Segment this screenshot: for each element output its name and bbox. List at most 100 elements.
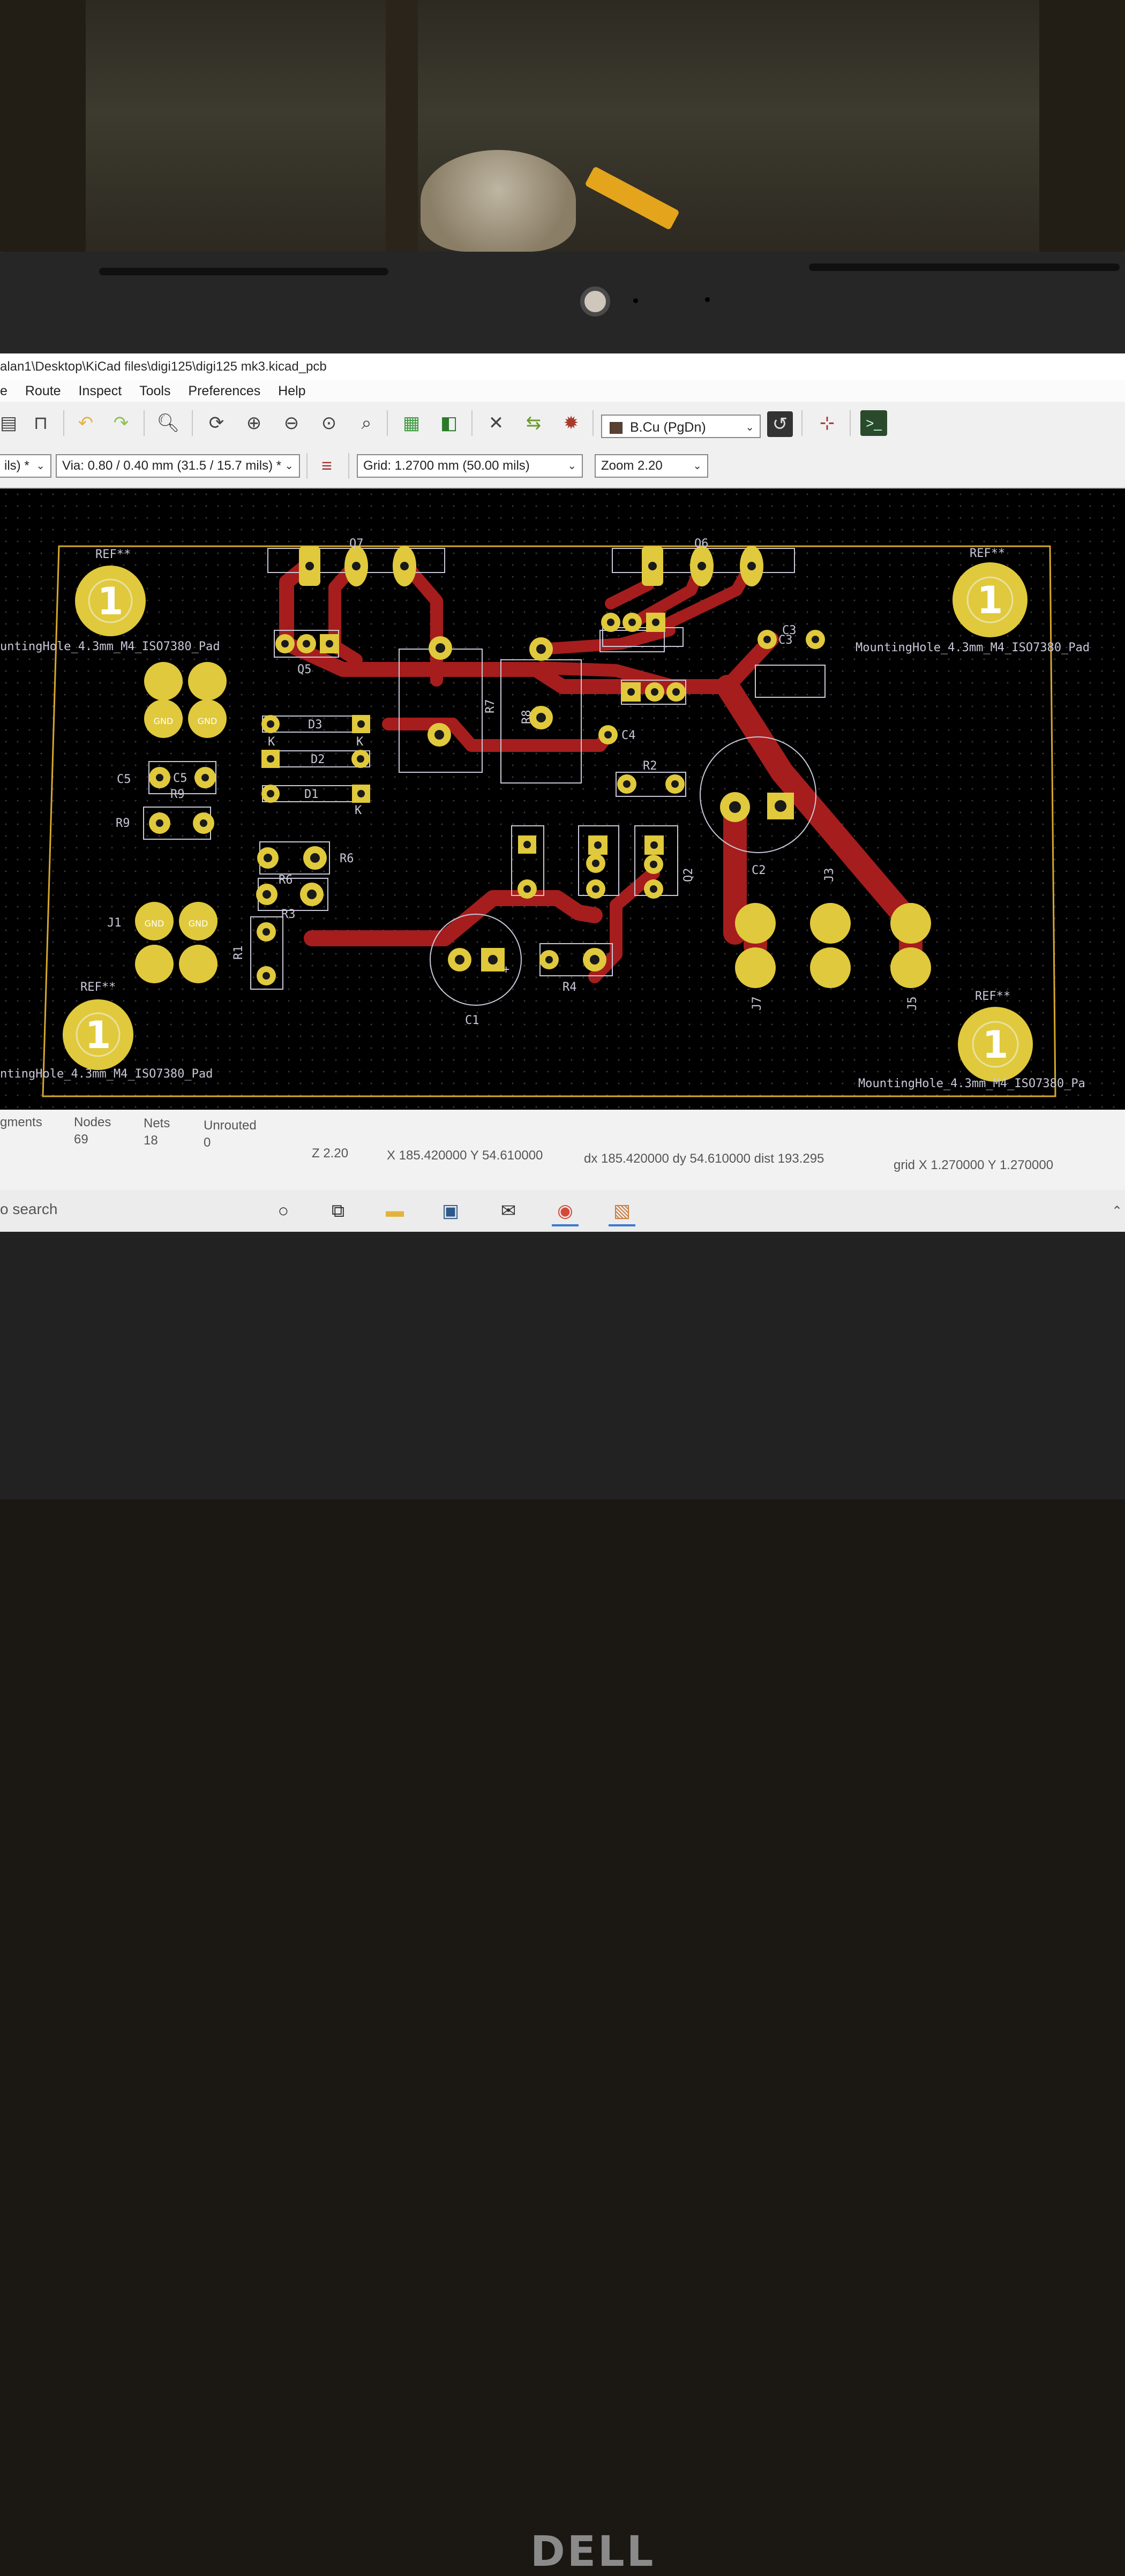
menu-route[interactable]: Route: [25, 380, 61, 402]
ref-label: REF**: [975, 990, 1010, 1003]
r1-label: R1: [232, 946, 245, 960]
c4-label: C4: [621, 729, 636, 742]
chevron-down-icon: ⌄: [36, 460, 45, 472]
window-title: alan1\Desktop\KiCad files\digi125\digi12…: [0, 359, 327, 374]
taskbar-search[interactable]: o search: [0, 1201, 57, 1218]
toolbar-separator: [471, 410, 472, 436]
laptop-chassis: DELL: [0, 1232, 1125, 2576]
redo-icon[interactable]: ↷: [107, 409, 135, 437]
mounting-hole-label: MountingHole_4.3mm_M4_ISO7380_Pad: [856, 641, 1090, 654]
refresh-icon[interactable]: ⟳: [202, 409, 230, 437]
nets-value: 18: [144, 1133, 158, 1148]
chrome-icon[interactable]: ◉: [552, 1197, 579, 1226]
pcb-canvas[interactable]: REF** REF** REF** REF** untingHole_4.3mm…: [0, 488, 1125, 1110]
zoom-in-icon[interactable]: ⊕: [240, 409, 268, 437]
j7-label: J7: [751, 997, 764, 1011]
window-frame-right: [1039, 0, 1125, 252]
pad-number: 1: [85, 1013, 111, 1057]
laptop-bezel-top: [0, 252, 1125, 359]
store-icon[interactable]: ▣: [437, 1197, 464, 1224]
j1-label: J1: [107, 916, 122, 930]
chevron-down-icon: ⌄: [745, 421, 754, 433]
toolbar-separator: [192, 410, 193, 436]
ref-label: REF**: [80, 981, 116, 994]
footprint-editor-icon[interactable]: ▦: [398, 409, 425, 437]
q6-label: Q6: [694, 537, 709, 551]
menu-edit[interactable]: e: [0, 380, 8, 402]
menu-preferences[interactable]: Preferences: [188, 380, 260, 402]
toolbar-separator: [63, 410, 64, 436]
menu-bar: e Route Inspect Tools Preferences Help: [0, 380, 1125, 402]
menu-inspect[interactable]: Inspect: [79, 380, 122, 402]
grid-select[interactable]: Grid: 1.2700 mm (50.00 mils) ⌄: [357, 454, 583, 478]
update-pcb-icon[interactable]: ⇆: [520, 409, 548, 437]
footprint-browser-icon[interactable]: ◧: [435, 409, 463, 437]
pad-number: 1: [977, 578, 1003, 622]
task-view-icon[interactable]: ⧉: [325, 1197, 351, 1224]
track-width-select[interactable]: ils) * ⌄: [0, 454, 51, 478]
chevron-up-icon[interactable]: ⌃: [1104, 1197, 1125, 1224]
zoom-out-icon[interactable]: ⊖: [278, 409, 305, 437]
drc-icon[interactable]: ✹: [557, 409, 585, 437]
auto-track-width-icon[interactable]: ≡: [313, 452, 341, 480]
gnd-label: GND: [198, 716, 218, 726]
d3-label: D3: [308, 718, 322, 732]
print-icon[interactable]: ▤: [0, 409, 22, 437]
kicad-pcbnew-icon[interactable]: ▧: [609, 1197, 635, 1226]
scripting-console-icon[interactable]: >_: [860, 410, 887, 436]
layer-selector[interactable]: B.Cu (PgDn) ⌄: [601, 415, 761, 438]
j3-label: J3: [823, 868, 836, 883]
relative-coordinates: dx 185.420000 dy 54.610000 dist 193.295: [584, 1151, 824, 1166]
layer-selector-value: B.Cu (PgDn): [630, 420, 706, 435]
zoom-select[interactable]: Zoom 2.20 ⌄: [595, 454, 708, 478]
toolbar-separator: [144, 410, 145, 436]
plot-icon[interactable]: ⊓: [27, 409, 55, 437]
menu-tools[interactable]: Tools: [139, 380, 170, 402]
nets-label: Nets: [144, 1116, 170, 1131]
find-icon[interactable]: 🔍︎: [154, 409, 182, 437]
cathode-mark: K: [268, 735, 275, 749]
r3-label: R3: [281, 908, 296, 921]
menu-help[interactable]: Help: [278, 380, 305, 402]
ref-label: REF**: [95, 548, 131, 561]
zoom-area-icon[interactable]: ⌕: [352, 409, 380, 437]
c5-value-label: C5: [173, 772, 188, 785]
nodes-value: 69: [74, 1132, 88, 1147]
pad-number: 1: [982, 1023, 1009, 1067]
r6-value-label: R6: [279, 873, 293, 887]
grid-value: Grid: 1.2700 mm (50.00 mils): [363, 458, 530, 473]
r9-label: R9: [170, 788, 185, 801]
bezel-slot-left: [99, 268, 388, 275]
segments-label: gments: [0, 1115, 42, 1129]
chevron-down-icon: ⌄: [567, 460, 576, 472]
microwave-icon[interactable]: ⊹: [813, 409, 841, 437]
cortana-icon[interactable]: ○: [270, 1197, 297, 1224]
file-explorer-icon[interactable]: ▬: [381, 1197, 408, 1224]
mail-icon[interactable]: ✉: [495, 1197, 522, 1224]
mounting-hole-label: ntingHole_4.3mm_M4_ISO7380_Pad: [0, 1067, 213, 1081]
bezel-slot-right: [809, 263, 1120, 271]
toolbar-separator: [801, 410, 802, 436]
layer-pair-icon[interactable]: ↺: [767, 411, 793, 437]
grid-status: grid X 1.270000 Y 1.270000: [894, 1158, 1054, 1172]
bezel-sensor: [633, 298, 638, 303]
chevron-down-icon: ⌄: [693, 460, 702, 472]
gnd-label: GND: [145, 918, 164, 929]
cursor-coordinates: X 185.420000 Y 54.610000: [387, 1148, 543, 1163]
via-size-select[interactable]: Via: 0.80 / 0.40 mm (31.5 / 15.7 mils) *…: [56, 454, 300, 478]
zoom-fit-icon[interactable]: ⊙: [315, 409, 343, 437]
cathode-mark: K: [356, 735, 364, 749]
chevron-down-icon: ⌄: [284, 460, 294, 472]
gnd-label: GND: [154, 716, 174, 726]
windows-taskbar: o search ○ ⧉ ▬ ▣ ✉ ◉ ▧ ⌃: [0, 1190, 1125, 1232]
toolbar-separator: [592, 410, 594, 436]
unrouted-value: 0: [204, 1135, 211, 1150]
undo-icon[interactable]: ↶: [72, 409, 100, 437]
r9-value-label: R9: [116, 817, 130, 830]
status-bar: gments Nodes 69 Nets 18 Unrouted 0 Z 2.2…: [0, 1110, 1125, 1190]
via-size-value: Via: 0.80 / 0.40 mm (31.5 / 15.7 mils) *: [62, 458, 282, 473]
unrouted-label: Unrouted: [204, 1118, 257, 1133]
netlist-icon[interactable]: ✕: [482, 409, 510, 437]
d2-label: D2: [311, 753, 325, 766]
track-width-value: ils) *: [4, 458, 29, 473]
